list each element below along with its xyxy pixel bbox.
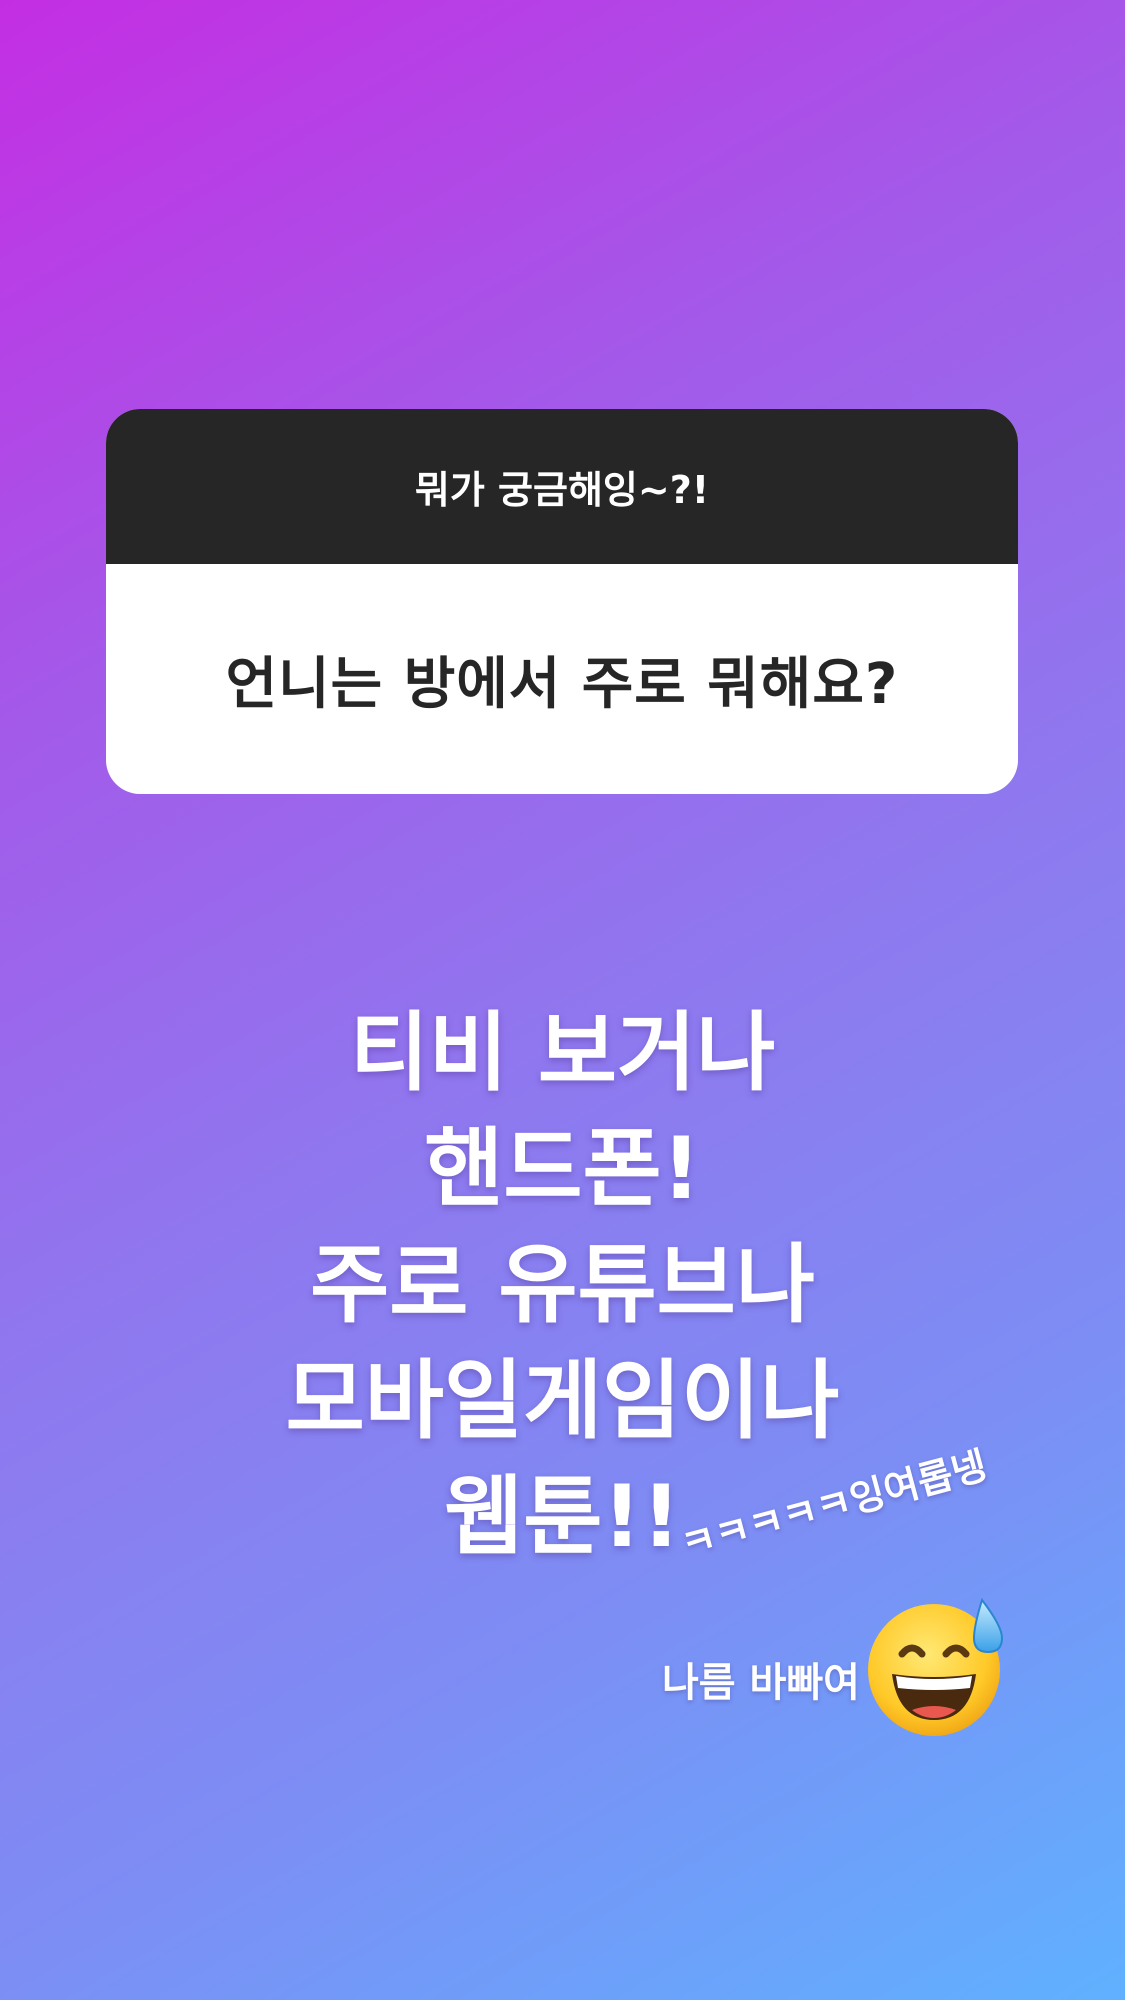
busy-text-sticker: 나름 바빠여 [662,1660,860,1706]
question-sticker-header: 뭐가 궁금해잉~?! [106,409,1018,564]
question-prompt: 뭐가 궁금해잉~?! [414,468,710,512]
answer-line: 주로 유튜브나 [310,1235,815,1335]
grinning-face-with-sweat-icon [868,1597,1004,1736]
answer-line: 티비 보거나 [349,1003,776,1103]
question-text: 언니는 방에서 주로 뭐해요? [225,651,899,717]
question-sticker-body: 언니는 방에서 주로 뭐해요? [106,564,1018,794]
question-sticker[interactable]: 뭐가 궁금해잉~?! 언니는 방에서 주로 뭐해요? [106,409,1018,794]
answer-line: 핸드폰! [424,1119,701,1219]
